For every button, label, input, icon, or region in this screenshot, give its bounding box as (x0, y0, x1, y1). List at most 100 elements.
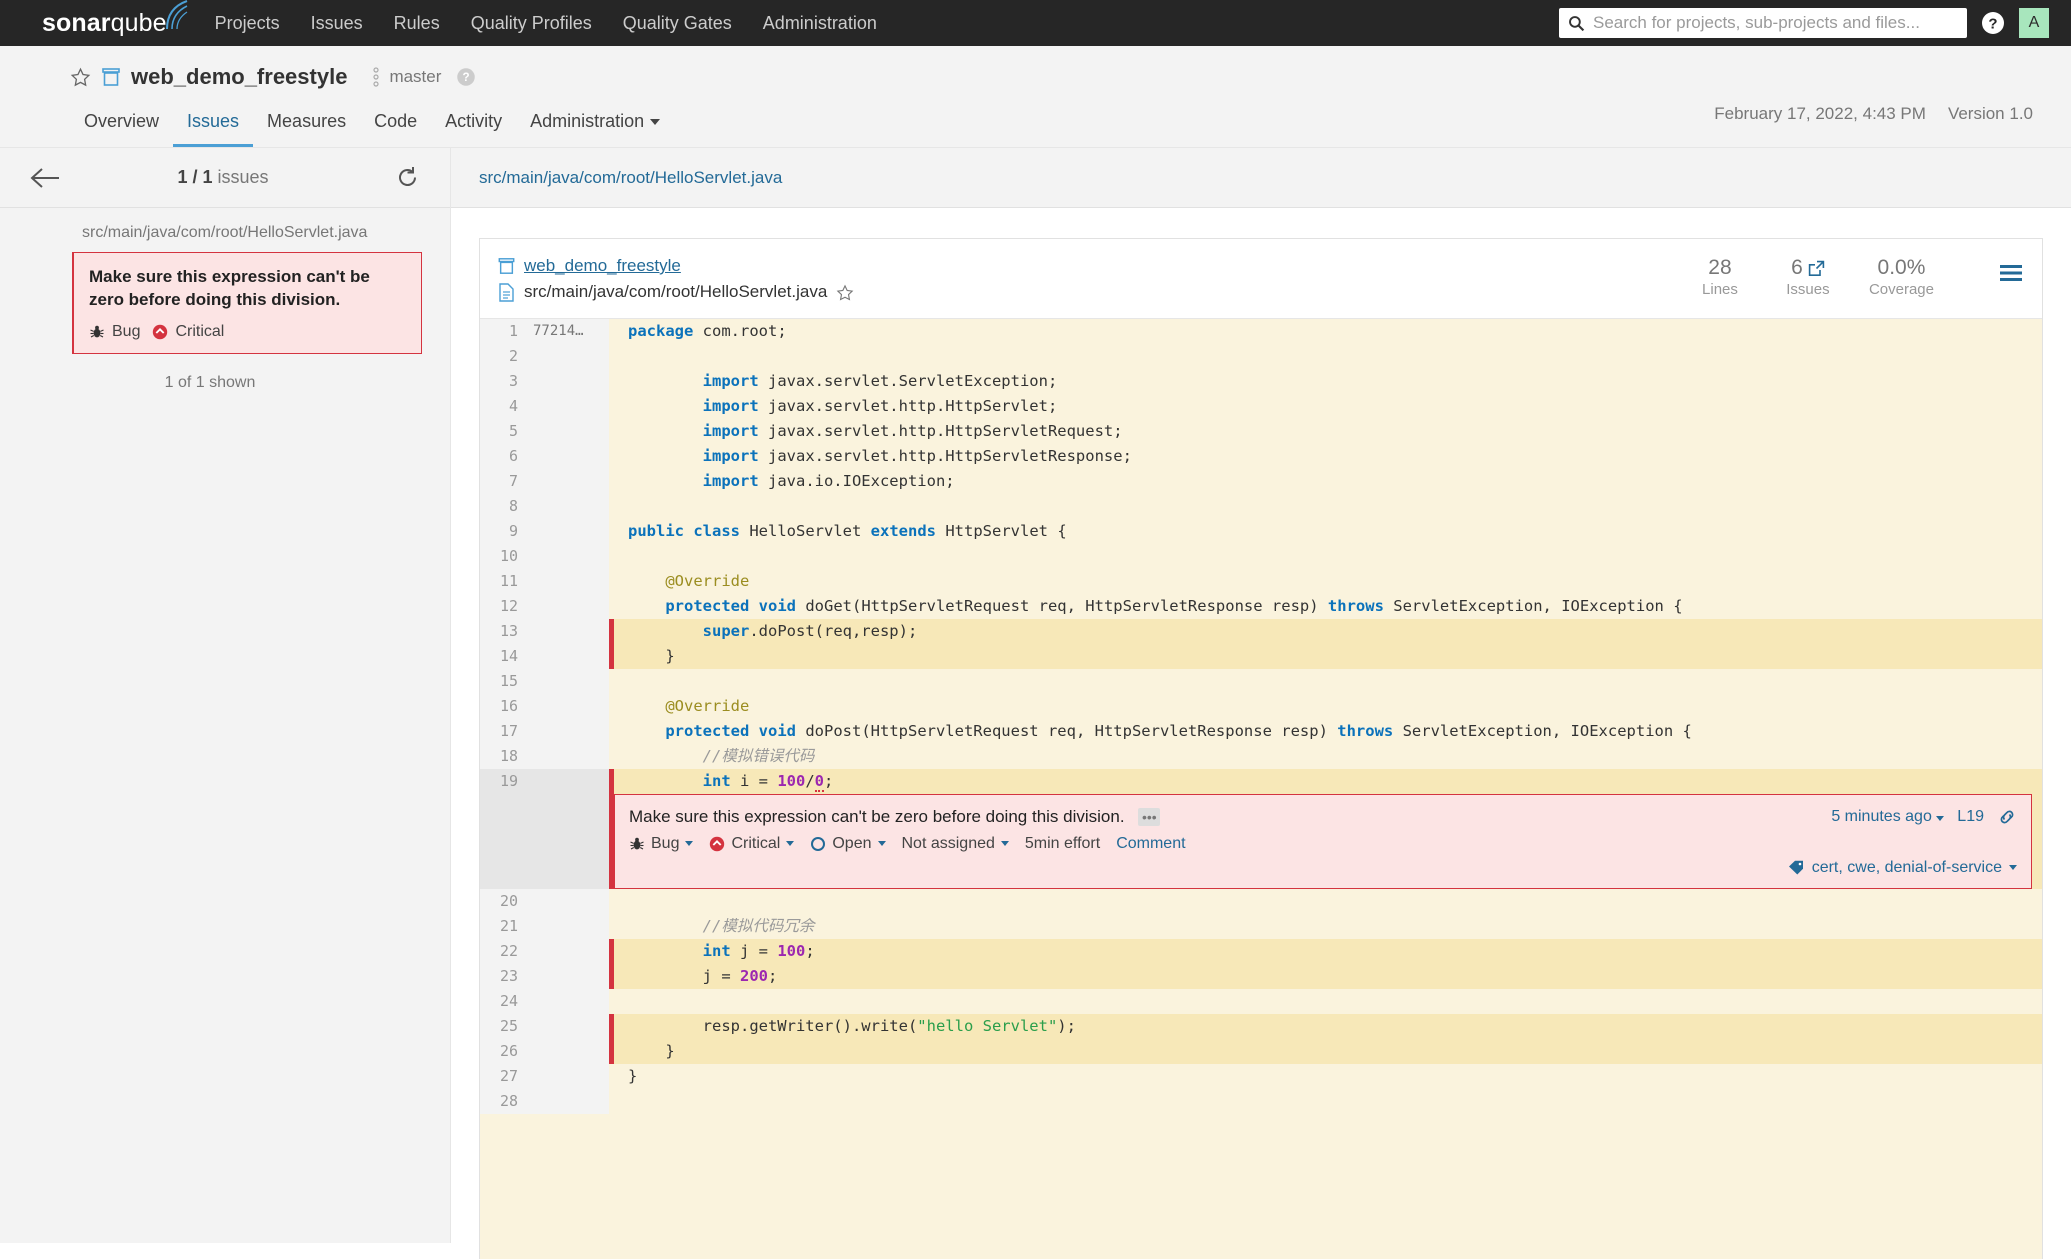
code-line-scm[interactable] (527, 468, 609, 494)
code-line-scm[interactable] (527, 938, 609, 964)
issue-tags-selector[interactable]: cert, cwe, denial-of-service (1788, 859, 2017, 877)
code-line-scm[interactable] (527, 443, 609, 469)
code-line-number[interactable]: 12 (480, 593, 527, 619)
issue-type-selector[interactable]: Bug (629, 835, 694, 853)
code-line-scm[interactable] (527, 743, 609, 769)
search-input[interactable] (1593, 13, 1958, 33)
nav-link-rules[interactable]: Rules (394, 13, 440, 34)
tab-overview[interactable]: Overview (70, 104, 173, 147)
code-line-scm[interactable] (527, 643, 609, 669)
code-line-number[interactable]: 18 (480, 743, 527, 769)
hamburger-menu-icon[interactable] (1998, 262, 2024, 284)
tab-administration[interactable]: Administration (516, 104, 674, 147)
code-line: 14 } (480, 643, 2042, 669)
code-line-number[interactable]: 3 (480, 368, 527, 394)
inline-issue-box[interactable]: Make sure this expression can't be zero … (614, 793, 2032, 889)
reload-icon[interactable] (395, 165, 420, 190)
code-line-scm[interactable] (527, 418, 609, 444)
permalink-icon[interactable] (1997, 807, 2017, 827)
code-line-scm[interactable] (527, 543, 609, 569)
branch-help-icon[interactable]: ? (456, 67, 476, 87)
tab-activity[interactable]: Activity (431, 104, 516, 147)
chevron-down-icon (650, 119, 661, 126)
code-line-scm[interactable] (527, 493, 609, 519)
code-line-number[interactable]: 14 (480, 643, 527, 669)
code-line-scm[interactable] (527, 718, 609, 744)
code-line-number[interactable]: 8 (480, 493, 527, 519)
sidebar-issue-item[interactable]: Make sure this expression can't be zero … (72, 252, 422, 354)
code-line-number[interactable]: 6 (480, 443, 527, 469)
code-line-number[interactable]: 26 (480, 1038, 527, 1064)
help-icon[interactable]: ? (1981, 11, 2005, 35)
issue-assignee-selector[interactable]: Not assigned (902, 835, 1009, 853)
sidebar-issue-severity-label: Critical (175, 322, 225, 340)
code-line-scm[interactable] (527, 593, 609, 619)
tab-issues[interactable]: Issues (173, 104, 254, 147)
code-line-scm[interactable] (527, 568, 609, 594)
issue-status-selector[interactable]: Open (810, 835, 886, 853)
sonarqube-logo[interactable]: sonarqube (42, 0, 187, 36)
code-line-scm[interactable] (527, 768, 609, 794)
favorite-star-icon[interactable] (70, 67, 91, 88)
code-line-scm[interactable] (527, 913, 609, 939)
code-line-number[interactable]: 21 (480, 913, 527, 939)
favorite-star-icon[interactable] (836, 284, 854, 302)
code-line-scm[interactable] (527, 963, 609, 989)
code-line-scm[interactable] (527, 888, 609, 914)
code-line-scm[interactable] (527, 1013, 609, 1039)
code-line-number[interactable]: 28 (480, 1088, 527, 1114)
branch-selector[interactable]: master (372, 66, 441, 88)
code-line-scm[interactable] (527, 1088, 609, 1114)
code-line-number[interactable]: 7 (480, 468, 527, 494)
code-line-number[interactable]: 24 (480, 988, 527, 1014)
code-line-number[interactable]: 20 (480, 888, 527, 914)
tab-code[interactable]: Code (360, 104, 431, 147)
code-line-number[interactable]: 5 (480, 418, 527, 444)
issue-comment-button[interactable]: Comment (1116, 835, 1185, 853)
code-line-number[interactable]: 2 (480, 343, 527, 369)
code-line-scm[interactable] (527, 618, 609, 644)
issue-age[interactable]: 5 minutes ago (1831, 808, 1945, 826)
source-file-name: src/main/java/com/root/HelloServlet.java (524, 282, 828, 302)
code-line-number[interactable]: 17 (480, 718, 527, 744)
code-line-number[interactable]: 27 (480, 1063, 527, 1089)
code-line-number[interactable]: 23 (480, 963, 527, 989)
nav-link-quality-profiles[interactable]: Quality Profiles (471, 13, 592, 34)
tab-measures[interactable]: Measures (253, 104, 360, 147)
breadcrumb-file-link[interactable]: src/main/java/com/root/HelloServlet.java (479, 168, 782, 188)
project-name[interactable]: web_demo_freestyle (131, 64, 347, 90)
code-line-number[interactable]: 1 (480, 318, 527, 344)
user-avatar[interactable]: A (2019, 8, 2049, 38)
code-line-number[interactable]: 25 (480, 1013, 527, 1039)
code-line-number[interactable]: 9 (480, 518, 527, 544)
code-line-scm[interactable] (527, 343, 609, 369)
issue-severity-selector[interactable]: Critical (709, 835, 795, 853)
code-line-scm[interactable] (527, 393, 609, 419)
code-line-number[interactable]: 19 (480, 768, 527, 794)
code-line-number[interactable]: 11 (480, 568, 527, 594)
nav-link-administration[interactable]: Administration (763, 13, 877, 34)
rule-details-button[interactable]: ••• (1138, 808, 1161, 827)
code-line-scm[interactable] (527, 1063, 609, 1089)
metric-issues[interactable]: 6 Issues (1781, 256, 1835, 298)
nav-link-quality-gates[interactable]: Quality Gates (623, 13, 732, 34)
code-line-scm[interactable]: 77214… (527, 318, 609, 344)
source-file-project-link[interactable]: web_demo_freestyle (524, 253, 681, 279)
code-line-number[interactable]: 13 (480, 618, 527, 644)
code-line-scm[interactable] (527, 368, 609, 394)
code-line-source (614, 543, 2042, 569)
global-search[interactable] (1559, 8, 1967, 38)
nav-link-issues[interactable]: Issues (311, 13, 363, 34)
code-line-scm[interactable] (527, 1038, 609, 1064)
code-line-scm[interactable] (527, 668, 609, 694)
external-link-icon[interactable] (1808, 260, 1825, 277)
code-line-scm[interactable] (527, 988, 609, 1014)
code-line-number[interactable]: 4 (480, 393, 527, 419)
code-line-number[interactable]: 15 (480, 668, 527, 694)
code-line-scm[interactable] (527, 693, 609, 719)
code-line-scm[interactable] (527, 518, 609, 544)
nav-link-projects[interactable]: Projects (215, 13, 280, 34)
code-line-number[interactable]: 22 (480, 938, 527, 964)
code-line-number[interactable]: 10 (480, 543, 527, 569)
code-line-number[interactable]: 16 (480, 693, 527, 719)
